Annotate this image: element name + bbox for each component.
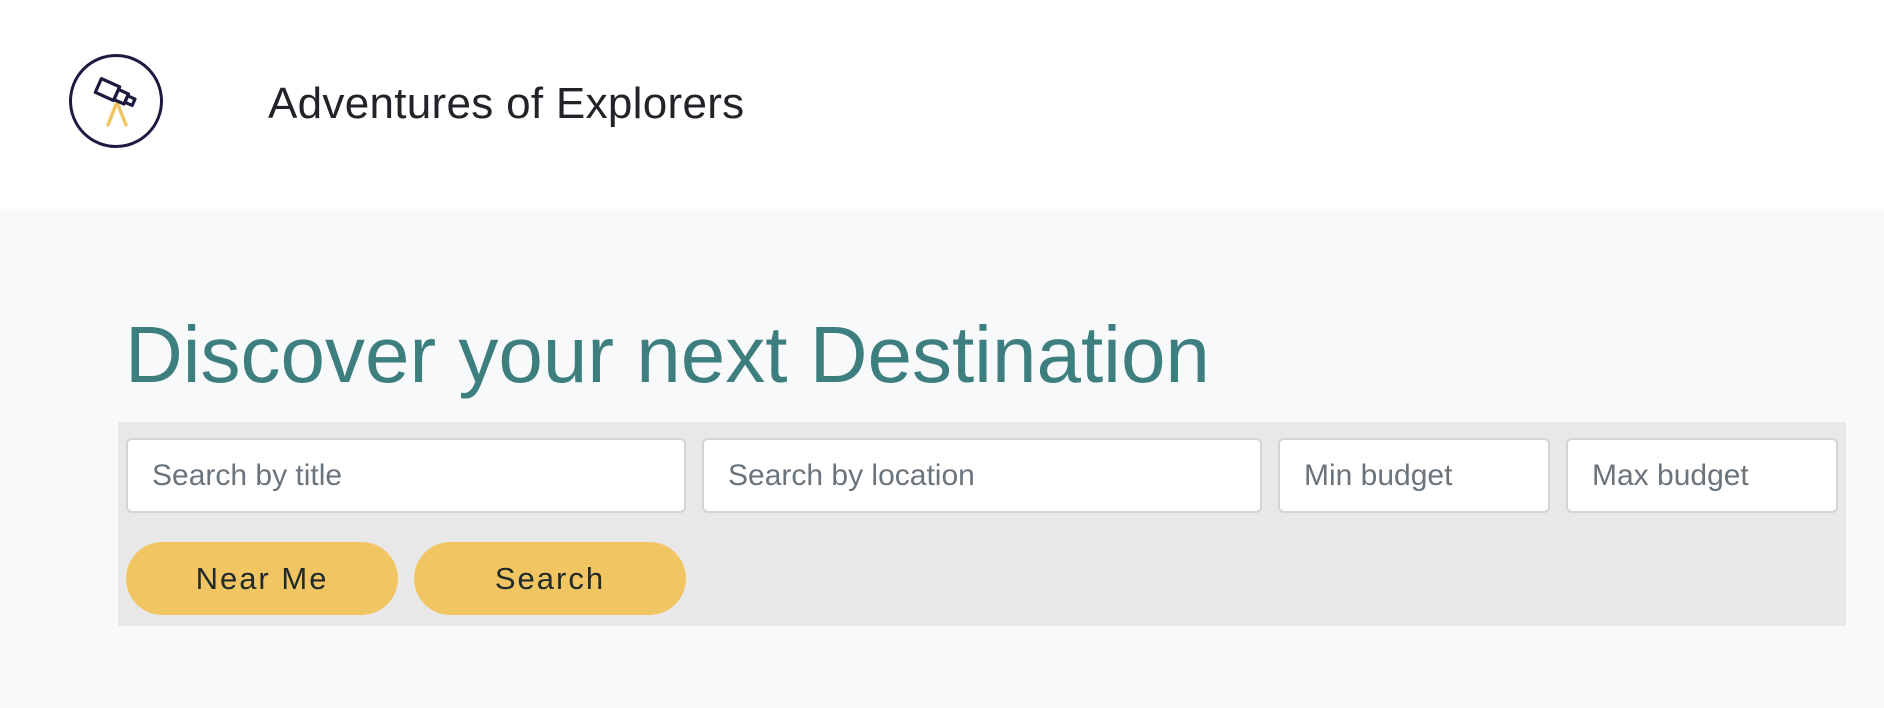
near-me-button[interactable]: Near Me xyxy=(126,542,398,615)
telescope-icon xyxy=(93,77,137,127)
max-budget-input[interactable] xyxy=(1566,438,1838,513)
site-header: Adventures of Explorers xyxy=(0,0,1884,209)
search-button[interactable]: Search xyxy=(414,542,686,615)
search-location-input[interactable] xyxy=(702,438,1262,513)
search-title-input[interactable] xyxy=(126,438,686,513)
min-budget-input[interactable] xyxy=(1278,438,1550,513)
search-panel: Near Me Search xyxy=(118,422,1846,626)
site-title[interactable]: Adventures of Explorers xyxy=(268,78,744,130)
page-title: Discover your next Destination xyxy=(125,310,1210,399)
main-content: Discover your next Destination Near Me S… xyxy=(0,209,1884,708)
site-logo[interactable] xyxy=(69,54,163,148)
